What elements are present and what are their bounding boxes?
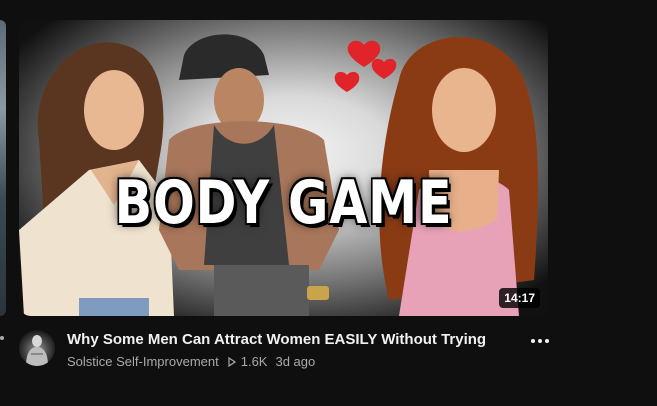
thumbnail-title-text: BODY GAME	[114, 168, 453, 238]
channel-name-link[interactable]: Solstice Self-Improvement	[67, 354, 219, 369]
heart-icon	[334, 40, 397, 92]
view-count: 1.6K	[227, 354, 268, 369]
more-actions-button[interactable]	[526, 331, 554, 351]
video-meta: Solstice Self-Improvement 1.6K 3d ago	[67, 354, 315, 369]
avatar-figure-icon	[26, 335, 48, 366]
previous-video-thumbnail[interactable]	[0, 20, 6, 316]
upload-age: 3d ago	[275, 354, 316, 369]
channel-avatar[interactable]	[19, 330, 55, 366]
video-title-link[interactable]: Why Some Men Can Attract Women EASILY Wi…	[67, 331, 486, 348]
play-outline-icon	[228, 356, 236, 367]
duration-badge: 14:17	[499, 288, 540, 308]
video-thumbnail[interactable]: BODY GAME 14:17	[19, 20, 548, 316]
youtube-feed-page: BODY GAME 14:17 Why Some Men Can Attract…	[0, 0, 657, 406]
previous-video-more-dot[interactable]	[0, 336, 4, 340]
more-vertical-icon	[531, 339, 535, 343]
view-count-text: 1.6K	[240, 354, 268, 369]
